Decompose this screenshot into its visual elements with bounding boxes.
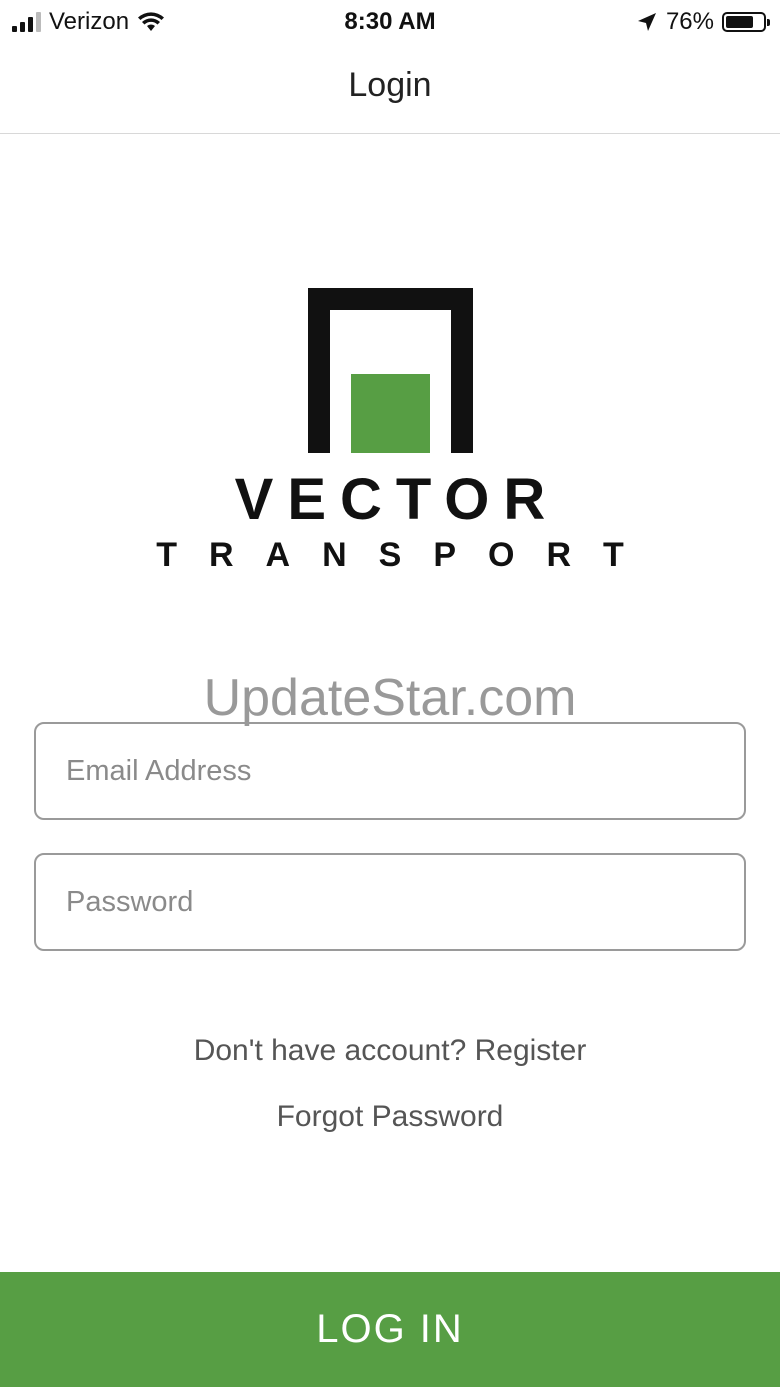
logo-wordmark-transport: TRANSPORT	[156, 536, 656, 574]
location-arrow-icon	[637, 13, 656, 31]
status-right: 76%	[636, 8, 770, 36]
login-screen: Verizon 8:30 AM 76% Login VECTOR TRANSPO…	[0, 0, 780, 1387]
battery-icon	[722, 12, 770, 32]
logo-wordmark-vector: VECTOR	[234, 467, 560, 532]
login-button[interactable]: LOG IN	[0, 1272, 780, 1387]
email-input[interactable]	[36, 724, 744, 818]
logo-green-box	[351, 374, 430, 453]
status-bar: Verizon 8:30 AM 76%	[0, 0, 780, 44]
password-input[interactable]	[36, 855, 744, 949]
battery-percent: 76%	[665, 8, 714, 35]
vector-transport-logo: VECTOR TRANSPORT	[0, 288, 780, 588]
password-field[interactable]	[34, 853, 746, 951]
nav-bar: Login	[0, 44, 780, 134]
email-field[interactable]	[34, 722, 746, 820]
forgot-password-link[interactable]: Forgot Password	[0, 1100, 780, 1134]
page-title: Login	[348, 66, 432, 104]
battery-fill	[726, 16, 753, 28]
watermark-text: UpdateStar.com	[203, 669, 577, 727]
logo-mark-icon	[308, 288, 473, 453]
register-link[interactable]: Don't have account? Register	[0, 1034, 780, 1068]
